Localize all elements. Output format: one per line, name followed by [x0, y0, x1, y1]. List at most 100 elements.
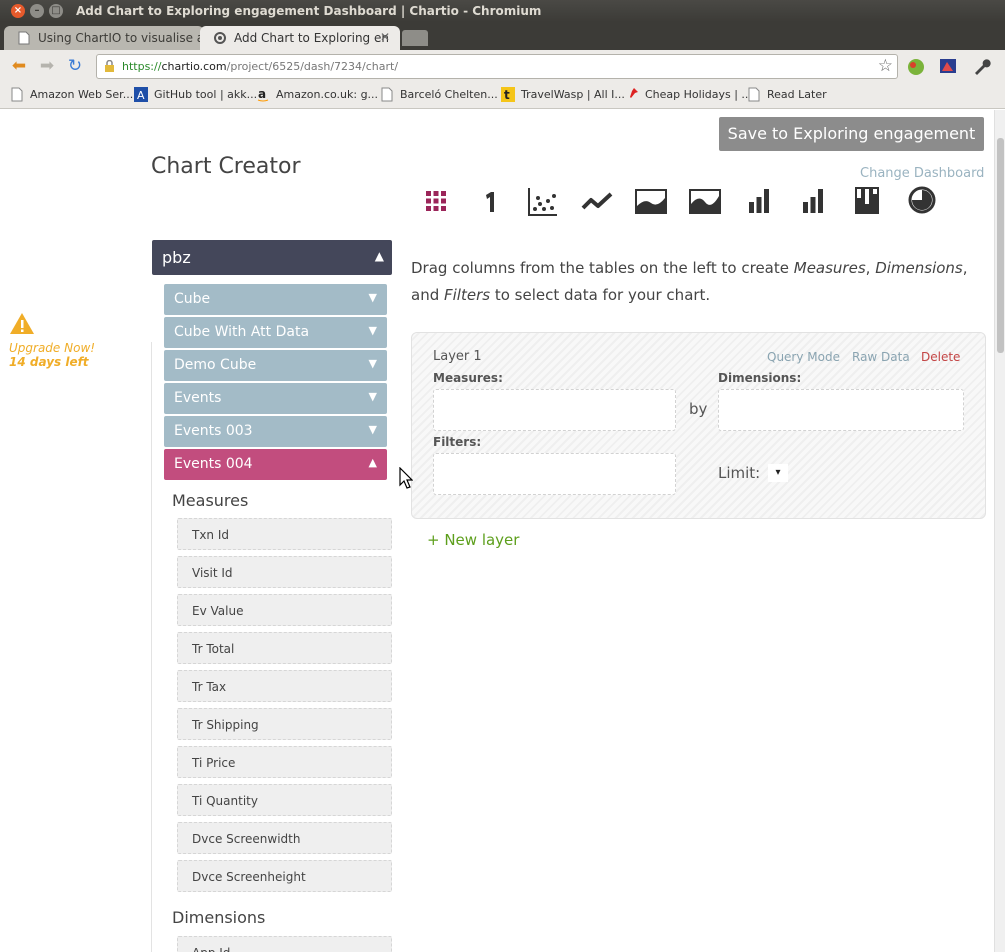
- table-item-cube[interactable]: Cube ▼: [164, 284, 387, 315]
- forward-icon[interactable]: ➡: [36, 56, 58, 76]
- window-maximize-button[interactable]: □: [49, 4, 63, 18]
- page-scrollbar[interactable]: [994, 110, 1005, 952]
- dimensions-label: Dimensions:: [718, 371, 802, 385]
- new-layer-button[interactable]: + New layer: [427, 531, 519, 549]
- dimensions-dropzone[interactable]: [718, 389, 964, 431]
- upgrade-notice[interactable]: Upgrade Now! 14 days left: [9, 312, 99, 369]
- caret-up-icon: ▲: [368, 456, 377, 469]
- caret-down-icon: ▼: [368, 291, 377, 304]
- table-label: Events: [174, 390, 222, 406]
- change-dashboard-link[interactable]: Change Dashboard: [860, 166, 984, 181]
- instructions-text: Drag columns from the tables on the left…: [411, 259, 968, 304]
- table-item-events-003[interactable]: Events 003 ▼: [164, 416, 387, 447]
- stacked-area-chart-icon[interactable]: [688, 184, 722, 218]
- wrench-icon[interactable]: [972, 56, 992, 76]
- table-item-events-004[interactable]: Events 004 ▲: [164, 449, 387, 480]
- layer-panel: Layer 1 Query Mode Raw Data Delete Measu…: [411, 332, 986, 519]
- bookmark-item[interactable]: Read Later: [747, 87, 827, 102]
- measure-column[interactable]: Ev Value: [177, 594, 392, 626]
- stacked-bar-chart-icon[interactable]: [796, 184, 830, 218]
- bookmark-item[interactable]: A GitHub tool | akk...: [134, 87, 257, 102]
- warning-icon: [10, 313, 34, 334]
- loading-icon: [214, 32, 226, 44]
- close-tab-icon[interactable]: ✕: [380, 30, 390, 44]
- measure-column[interactable]: Dvce Screenheight: [177, 860, 392, 892]
- window-minimize-button[interactable]: –: [30, 4, 44, 18]
- area-chart-icon[interactable]: [634, 184, 668, 218]
- table-chart-icon[interactable]: [419, 184, 453, 218]
- table-label: Events 003: [174, 423, 253, 439]
- filters-dropzone[interactable]: [433, 453, 676, 495]
- tab-label: Add Chart to Exploring en: [234, 31, 389, 45]
- measures-dropzone[interactable]: [433, 389, 676, 431]
- url-scheme: https://: [122, 60, 162, 73]
- upgrade-link[interactable]: Upgrade Now!: [9, 341, 99, 355]
- travelwasp-icon: t: [501, 87, 515, 102]
- scatter-chart-icon[interactable]: [526, 184, 560, 218]
- bar-chart-icon[interactable]: [742, 184, 776, 218]
- measure-column[interactable]: Dvce Screenwidth: [177, 822, 392, 854]
- measure-column[interactable]: Tr Total: [177, 632, 392, 664]
- measure-column[interactable]: Ti Price: [177, 746, 392, 778]
- page-icon: [11, 87, 23, 102]
- amazon-icon: a: [257, 87, 269, 102]
- caret-down-icon: ▼: [368, 357, 377, 370]
- measures-section-title: Measures: [172, 491, 249, 510]
- table-label: Cube With Att Data: [174, 324, 310, 340]
- measure-column[interactable]: Tr Tax: [177, 670, 392, 702]
- page-content: Upgrade Now! 14 days left Chart Creator …: [0, 110, 1005, 952]
- scrollbar-thumb[interactable]: [997, 138, 1004, 353]
- pin-icon: [630, 88, 638, 98]
- raw-data-link[interactable]: Raw Data: [852, 350, 910, 364]
- browser-tab-inactive[interactable]: Using ChartIO to visualise a: [4, 26, 204, 50]
- bookmarks-bar: Amazon Web Ser... A GitHub tool | akk... …: [0, 83, 1005, 109]
- limit-select[interactable]: ▾: [768, 464, 788, 482]
- new-tab-button[interactable]: [402, 30, 428, 46]
- browser-tab-active[interactable]: Add Chart to Exploring en ✕: [200, 26, 400, 50]
- datasource-name: pbz: [162, 248, 191, 267]
- column-chart-icon[interactable]: [850, 184, 884, 218]
- bookmark-item[interactable]: Amazon Web Ser...: [10, 87, 133, 102]
- table-item-events[interactable]: Events ▼: [164, 383, 387, 414]
- extension-icon[interactable]: [938, 56, 958, 76]
- svg-text:a: a: [258, 87, 266, 101]
- query-mode-link[interactable]: Query Mode: [767, 350, 840, 364]
- caret-down-icon: ▼: [368, 423, 377, 436]
- page-title: Chart Creator: [151, 154, 301, 179]
- layer-title: Layer 1: [433, 349, 482, 364]
- dimension-column[interactable]: App Id: [177, 936, 392, 952]
- svg-text:A: A: [137, 89, 145, 102]
- bookmark-star-icon[interactable]: ☆: [878, 56, 893, 76]
- line-chart-icon[interactable]: [580, 184, 614, 218]
- window-title: Add Chart to Exploring engagement Dashbo…: [76, 4, 542, 18]
- measures-label: Measures:: [433, 371, 503, 385]
- pie-chart-icon[interactable]: [905, 184, 939, 218]
- lock-icon: [105, 60, 114, 72]
- measure-column[interactable]: Tr Shipping: [177, 708, 392, 740]
- table-item-cube-with-att-data[interactable]: Cube With Att Data ▼: [164, 317, 387, 348]
- extension-apple-icon[interactable]: [906, 56, 926, 76]
- address-bar[interactable]: https://chartio.com/project/6525/dash/72…: [96, 54, 898, 79]
- page-icon: [18, 31, 30, 45]
- bookmark-item[interactable]: a Amazon.co.uk: g...: [256, 87, 378, 102]
- filters-label: Filters:: [433, 435, 482, 449]
- measure-column[interactable]: Txn Id: [177, 518, 392, 550]
- back-icon[interactable]: ⬅: [8, 56, 30, 76]
- delete-layer-link[interactable]: Delete: [921, 350, 960, 364]
- measure-column[interactable]: Visit Id: [177, 556, 392, 588]
- single-value-chart-icon[interactable]: [473, 184, 507, 218]
- table-item-demo-cube[interactable]: Demo Cube ▼: [164, 350, 387, 381]
- navigation-bar: ⬅ ➡ ↻ https://chartio.com/project/6525/d…: [0, 50, 1005, 83]
- bookmark-item[interactable]: Cheap Holidays | ...: [625, 88, 752, 101]
- window-close-button[interactable]: ×: [11, 4, 25, 18]
- reload-icon[interactable]: ↻: [64, 56, 86, 76]
- save-to-dashboard-button[interactable]: Save to Exploring engagement: [719, 117, 984, 151]
- bookmark-item[interactable]: Barceló Chelten...: [380, 87, 498, 102]
- mouse-cursor-icon: [399, 467, 413, 489]
- divider: [151, 342, 152, 952]
- datasource-header[interactable]: pbz ▲: [152, 240, 392, 275]
- table-label: Demo Cube: [174, 357, 257, 373]
- bookmark-item[interactable]: t TravelWasp | All I...: [501, 87, 625, 102]
- atlassian-icon: A: [134, 87, 148, 102]
- measure-column[interactable]: Ti Quantity: [177, 784, 392, 816]
